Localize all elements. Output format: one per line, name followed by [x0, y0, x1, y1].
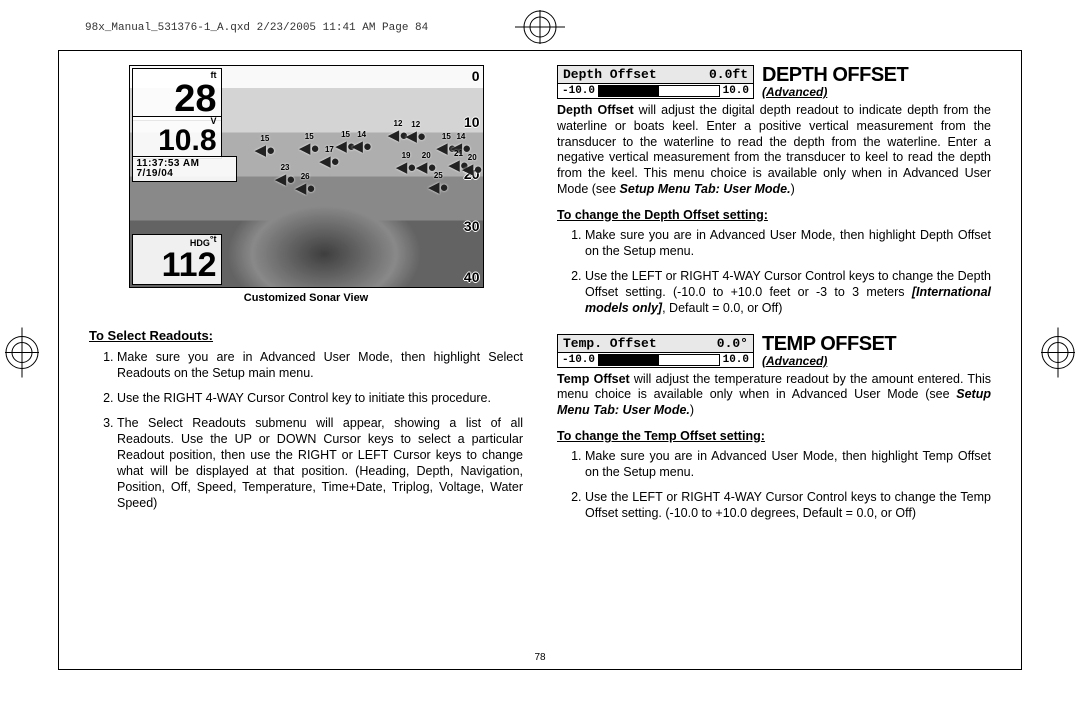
fish-icon: 15◀● [255, 143, 276, 158]
left-column: ft 28 V 10.8 11:37:53 AM 7/19/04 HDG °t [89, 65, 523, 657]
registration-mark-right [1041, 328, 1075, 381]
figure-caption: Customized Sonar View [129, 292, 484, 304]
fish-icon: 12◀● [405, 129, 426, 144]
time-readout: 11:37:53 AM 7/19/04 [132, 156, 237, 182]
fish-icon: 15◀● [299, 141, 320, 156]
voltage-readout: V 10.8 [132, 116, 222, 159]
temp-offset-paragraph: Temp Offset will adjust the temperature … [557, 372, 991, 419]
file-header: 98x_Manual_531376-1_A.qxd 2/23/2005 11:4… [85, 22, 428, 34]
temp-range-min: -10.0 [562, 354, 595, 366]
step-3: The Select Readouts submenu will appear,… [117, 415, 523, 511]
fish-icon: 17◀● [319, 154, 340, 169]
sonar-view-figure: ft 28 V 10.8 11:37:53 AM 7/19/04 HDG °t [129, 65, 484, 288]
depth-readout: ft 28 [132, 68, 222, 121]
temp-offset-widget: Temp. Offset 0.0° -10.0 10.0 [557, 334, 754, 368]
fish-icon: 26◀● [295, 181, 316, 196]
fish-icon: 19◀● [396, 160, 417, 175]
step-2: Use the RIGHT 4-WAY Cursor Control key t… [117, 390, 523, 406]
fish-icon: 25◀● [428, 180, 449, 195]
voltage-value: 10.8 [137, 126, 217, 156]
depth-offset-change-heading: To change the Depth Offset setting: [557, 208, 991, 222]
heading-readout: HDG °t 112 [132, 234, 222, 285]
depth-offset-steps: Make sure you are in Advanced User Mode,… [557, 227, 991, 316]
fish-icon: 14◀● [351, 139, 372, 154]
temp-offset-title: TEMP OFFSET [762, 334, 896, 354]
depth-range-min: -10.0 [562, 85, 595, 97]
depth-offset-slider [598, 85, 720, 97]
temp-offset-change-heading: To change the Temp Offset setting: [557, 429, 991, 443]
temp-offset-steps: Make sure you are in Advanced User Mode,… [557, 448, 991, 521]
depth-offset-widget: Depth Offset 0.0ft -10.0 10.0 [557, 65, 754, 99]
depth-offset-value: 0.0ft [709, 67, 748, 82]
depth-offset-title: DEPTH OFFSET [762, 65, 908, 85]
temp-offset-label: Temp. Offset [563, 336, 657, 351]
fish-icon: 23◀● [275, 172, 296, 187]
depth-step-1: Make sure you are in Advanced User Mode,… [585, 227, 991, 259]
page-frame: ft 28 V 10.8 11:37:53 AM 7/19/04 HDG °t [58, 50, 1022, 670]
heading-value: 112 [137, 248, 217, 282]
page-number: 78 [534, 652, 545, 663]
depth-range-max: 10.0 [723, 85, 749, 97]
fish-icon: 20◀● [462, 162, 483, 177]
temp-offset-value: 0.0° [717, 336, 748, 351]
select-readouts-heading: To Select Readouts: [89, 328, 523, 343]
registration-mark-top [515, 10, 565, 44]
scale-10: 10 [464, 114, 480, 130]
scale-30: 30 [464, 218, 480, 234]
depth-value: 28 [137, 80, 217, 118]
depth-offset-paragraph: Depth Offset will adjust the digital dep… [557, 103, 991, 198]
depth-offset-label: Depth Offset [563, 67, 657, 82]
select-readouts-steps: Make sure you are in Advanced User Mode,… [89, 349, 523, 511]
temp-offset-slider [598, 354, 720, 366]
temp-offset-subtitle: (Advanced) [762, 354, 896, 368]
scale-0: 0 [472, 68, 480, 84]
temp-step-2: Use the LEFT or RIGHT 4-WAY Cursor Contr… [585, 489, 991, 521]
depth-step-2: Use the LEFT or RIGHT 4-WAY Cursor Contr… [585, 268, 991, 316]
registration-mark-left [5, 328, 39, 381]
temp-step-1: Make sure you are in Advanced User Mode,… [585, 448, 991, 480]
temp-range-max: 10.0 [723, 354, 749, 366]
right-column: Depth Offset 0.0ft -10.0 10.0 DEPTH OFFS… [557, 65, 991, 657]
scale-40: 40 [464, 269, 480, 285]
depth-offset-subtitle: (Advanced) [762, 85, 908, 99]
step-1: Make sure you are in Advanced User Mode,… [117, 349, 523, 381]
